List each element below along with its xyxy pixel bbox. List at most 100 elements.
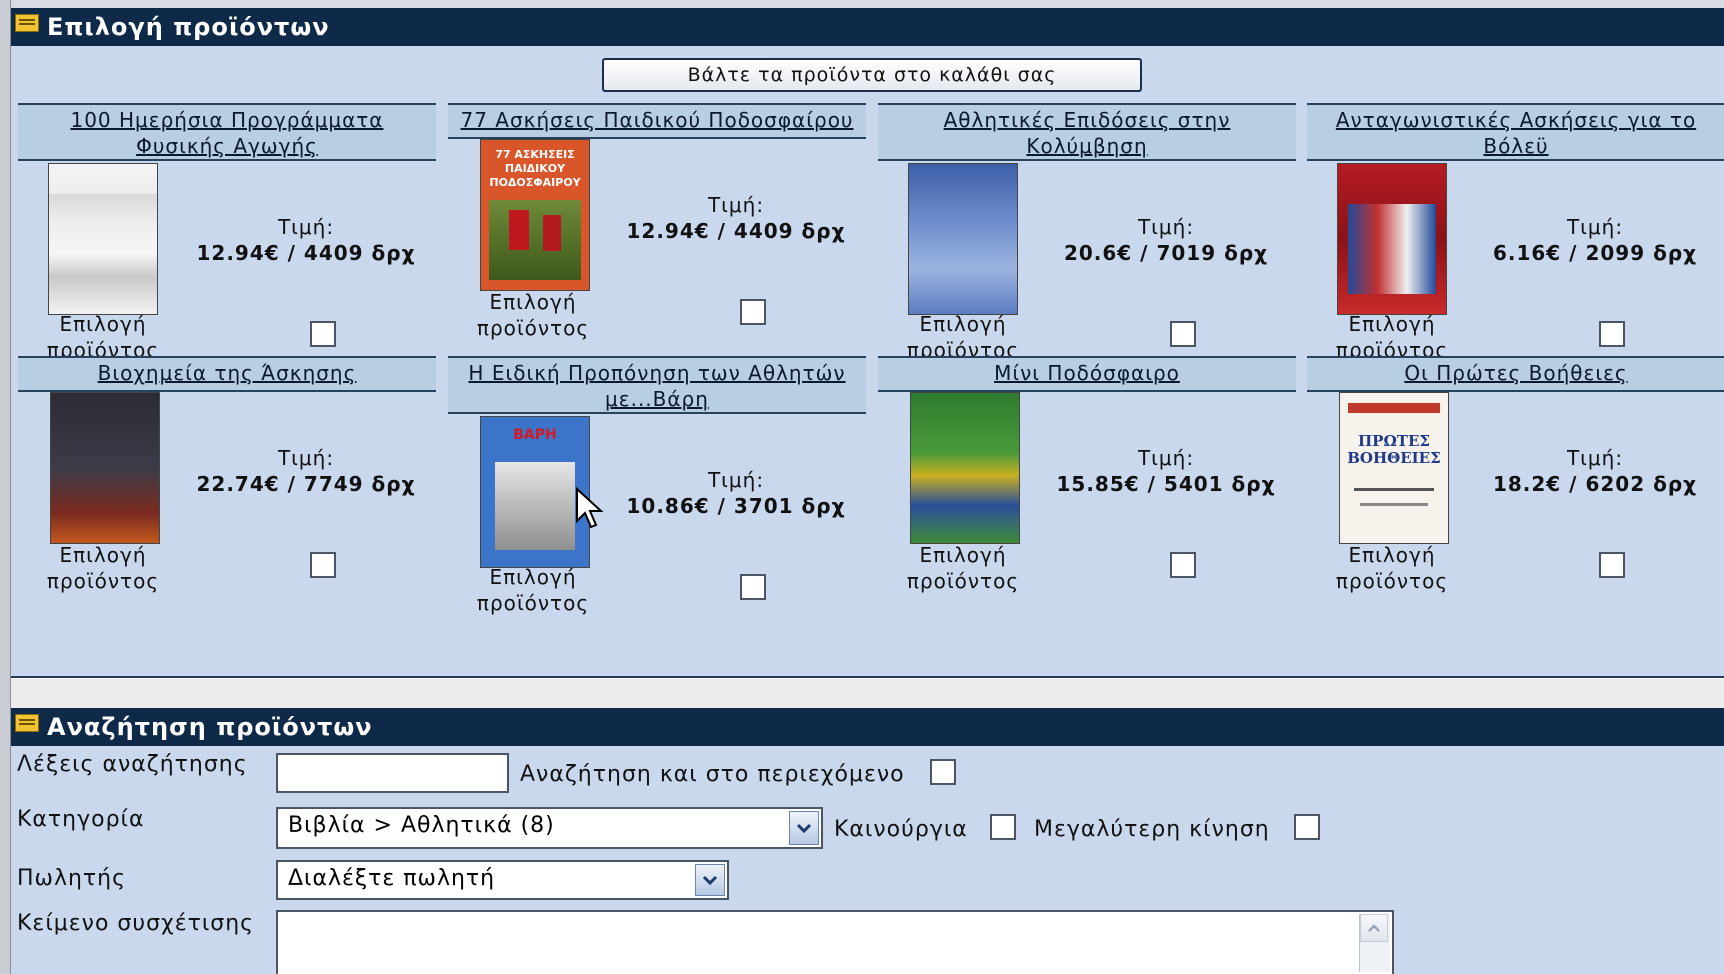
cover-text: ΠΡΩΤΕΣ ΒΟΗΘΕΙΕΣ [1347,432,1441,467]
product-card: 100 Ημερήσια Προγράμματα Φυσικής Αγωγής … [18,103,436,362]
cover-text: 77 ΑΣΚΗΣΕΙΣ ΠΑΙΔΙΚΟΥ ΠΟΔΟΣΦΑΙΡΟΥ [489,148,581,189]
scroll-up-icon[interactable] [1360,914,1388,942]
most-traffic-checkbox[interactable] [1294,814,1320,840]
product-title-link[interactable]: Η Ειδική Προπόνηση των Αθλητών με...Βάρη [448,356,866,414]
product-card: Βιοχημεία της Άσκησης Τιμή: 22.74€ / 774… [18,356,436,614]
panel-menu-icon[interactable] [15,714,39,732]
book-cover-image[interactable] [908,163,1018,315]
select-product-checkbox[interactable] [1599,321,1625,347]
product-card: Μίνι Ποδόσφαιρο Τιμή: 15.85€ / 5401 δρχ … [878,356,1296,614]
book-cover-image[interactable]: ΠΡΩΤΕΣ ΒΟΗΘΕΙΕΣ [1339,392,1449,544]
book-cover-image[interactable]: ΒΑΡΗ [480,416,590,568]
category-select-value: Βιβλία > Αθλητικά (8) [288,813,555,838]
mouse-pointer-icon [576,487,604,529]
select-label-line2: προϊόντος [46,569,160,593]
price-label: Τιμή: [277,446,335,470]
price-value: 6.16€ / 2099 δρχ [1492,241,1698,265]
search-content-checkbox[interactable] [930,759,956,785]
product-card: Οι Πρώτες Βοήθειες ΠΡΩΤΕΣ ΒΟΗΘΕΙΕΣ Τιμή:… [1307,356,1724,614]
price-label: Τιμή: [277,215,335,239]
product-search-panel: Αναζήτηση προϊόντων Λέξεις αναζήτησης Αν… [11,708,1724,974]
category-label: Κατηγορία [17,807,145,832]
select-label-line1: Επιλογή [1348,312,1436,336]
price-label: Τιμή: [1566,215,1624,239]
product-title-link[interactable]: 100 Ημερήσια Προγράμματα Φυσικής Αγωγής [18,103,436,161]
category-select[interactable]: Βιβλία > Αθλητικά (8) [276,807,823,849]
price-label: Τιμή: [1137,215,1195,239]
product-title-link[interactable]: 77 Ασκήσεις Παιδικού Ποδοσφαίρου [448,103,866,139]
select-label-line1: Επιλογή [489,565,577,589]
product-card: Η Ειδική Προπόνηση των Αθλητών με...Βάρη… [448,356,866,616]
select-product-label: Επιλογή προϊόντος [1317,542,1467,594]
book-cover-image[interactable] [48,163,158,315]
select-product-label: Επιλογή προϊόντος [888,542,1038,594]
product-selection-panel: Επιλογή προϊόντων Βάλτε τα προϊόντα στο … [11,8,1724,678]
product-selection-title: Επιλογή προϊόντων [47,13,330,41]
product-card: Ανταγωνιστικές Ασκήσεις για το Βόλεϋ Τιμ… [1307,103,1724,362]
keywords-input[interactable] [276,753,509,793]
price-value: 15.85€ / 5401 δρχ [1056,472,1276,496]
select-product-checkbox[interactable] [1170,552,1196,578]
select-product-checkbox[interactable] [740,299,766,325]
seller-label: Πωλητής [17,866,127,891]
price-label: Τιμή: [1566,446,1624,470]
panel-separator [11,678,1724,709]
price-value: 22.74€ / 7749 δρχ [196,472,416,496]
select-label-line2: προϊόντος [476,591,590,615]
related-text-area[interactable] [276,910,1394,974]
cover-text: ΒΑΡΗ [513,427,557,443]
textarea-scrollbar[interactable] [1359,914,1390,972]
product-card: 77 Ασκήσεις Παιδικού Ποδοσφαίρου 77 ΑΣΚΗ… [448,103,866,361]
select-product-checkbox[interactable] [740,574,766,600]
new-items-label: Καινούργια [834,817,968,842]
select-product-checkbox[interactable] [310,321,336,347]
most-traffic-label: Μεγαλύτερη κίνηση [1034,817,1270,842]
select-product-label: Επιλογή προϊόντος [458,289,608,341]
price-label: Τιμή: [1137,446,1195,470]
chevron-down-icon[interactable] [695,864,725,896]
panel-menu-icon[interactable] [15,14,39,32]
product-card: Αθλητικές Επιδόσεις στην Κολύμβηση Τιμή:… [878,103,1296,362]
product-title-link[interactable]: Ανταγωνιστικές Ασκήσεις για το Βόλεϋ [1307,103,1724,161]
price-value: 20.6€ / 7019 δρχ [1063,241,1269,265]
keywords-label: Λέξεις αναζήτησης [17,752,248,777]
book-cover-image[interactable]: 77 ΑΣΚΗΣΕΙΣ ΠΑΙΔΙΚΟΥ ΠΟΔΟΣΦΑΙΡΟΥ [480,139,590,291]
related-text-label: Κείμενο συσχέτισης [17,911,255,936]
add-to-cart-button[interactable]: Βάλτε τα προϊόντα στο καλάθι σας [602,58,1142,92]
select-label-line2: προϊόντος [476,316,590,340]
seller-select[interactable]: Διαλέξτε πωλητή [276,860,729,900]
product-search-header: Αναζήτηση προϊόντων [11,708,1724,746]
product-title-link[interactable]: Αθλητικές Επιδόσεις στην Κολύμβηση [878,103,1296,161]
product-selection-header: Επιλογή προϊόντων [11,8,1724,46]
select-label-line1: Επιλογή [489,290,577,314]
seller-select-value: Διαλέξτε πωλητή [288,866,496,891]
select-product-checkbox[interactable] [1170,321,1196,347]
select-label-line1: Επιλογή [59,543,147,567]
book-cover-image[interactable] [1337,163,1447,315]
product-search-title: Αναζήτηση προϊόντων [47,713,373,741]
product-title-link[interactable]: Βιοχημεία της Άσκησης [18,356,436,392]
select-product-checkbox[interactable] [310,552,336,578]
price-label: Τιμή: [707,193,765,217]
select-label-line1: Επιλογή [1348,543,1436,567]
new-items-checkbox[interactable] [990,814,1016,840]
book-cover-image[interactable] [50,392,160,544]
price-value: 12.94€ / 4409 δρχ [196,241,416,265]
select-product-checkbox[interactable] [1599,552,1625,578]
price-value: 18.2€ / 6202 δρχ [1492,472,1698,496]
select-label-line1: Επιλογή [919,312,1007,336]
product-title-link[interactable]: Οι Πρώτες Βοήθειες [1307,356,1724,392]
chevron-down-icon[interactable] [789,811,819,845]
price-value: 12.94€ / 4409 δρχ [626,219,846,243]
product-title-link[interactable]: Μίνι Ποδόσφαιρο [878,356,1296,392]
select-label-line2: προϊόντος [906,569,1020,593]
search-content-label: Αναζήτηση και στο περιεχόμενο [520,762,905,787]
select-label-line1: Επιλογή [59,312,147,336]
select-label-line2: προϊόντος [1335,569,1449,593]
price-value: 10.86€ / 3701 δρχ [626,494,846,518]
select-product-label: Επιλογή προϊόντος [28,542,178,594]
book-cover-image[interactable] [910,392,1020,544]
price-label: Τιμή: [707,468,765,492]
select-product-label: Επιλογή προϊόντος [458,564,608,616]
select-label-line1: Επιλογή [919,543,1007,567]
